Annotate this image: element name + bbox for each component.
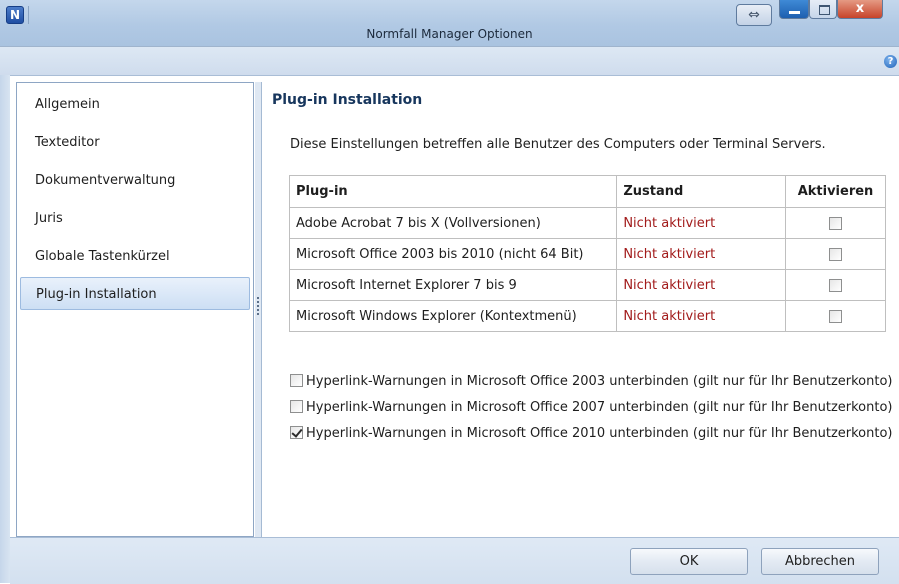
title-separator [28,6,29,24]
dialog-button-bar: OK Abbrechen [10,537,899,584]
splitter-grip-icon [257,297,259,299]
description-text: Diese Einstellungen betreffen alle Benut… [290,137,826,152]
nav-item-texteditor[interactable]: Texteditor [20,126,250,159]
plugin-table: Plug-in Zustand Aktivieren Adobe Acrobat… [288,175,886,332]
option-label: Hyperlink-Warnungen in Microsoft Office … [306,426,893,441]
plugin-name: Microsoft Office 2003 bis 2010 (nicht 64… [288,238,618,270]
nav-item-juris[interactable]: Juris [20,202,250,235]
table-row: Microsoft Office 2003 bis 2010 (nicht 64… [288,238,886,270]
table-row: Microsoft Internet Explorer 7 bis 9 Nich… [288,269,886,301]
plugin-state: Nicht aktiviert [616,300,787,332]
window-title: Normfall Manager Optionen [366,27,533,41]
option-label: Hyperlink-Warnungen in Microsoft Office … [306,374,893,389]
hyperlink-warning-option-2010[interactable]: Hyperlink-Warnungen in Microsoft Office … [290,426,893,441]
hyperlink-warning-option-2007[interactable]: Hyperlink-Warnungen in Microsoft Office … [290,400,893,415]
nav-item-globale-tastenkuerzel[interactable]: Globale Tastenkürzel [20,240,250,273]
cancel-button[interactable]: Abbrechen [761,548,879,575]
option-checkbox[interactable] [290,400,303,413]
pane-splitter[interactable] [255,82,262,537]
plugin-state: Nicht aktiviert [616,269,787,301]
app-logo-icon[interactable]: N [6,6,24,24]
activate-checkbox[interactable] [829,216,843,230]
page-title: Plug-in Installation [272,92,423,108]
maximize-button[interactable] [809,0,837,19]
nav-item-allgemein[interactable]: Allgemein [20,88,250,121]
minimize-button[interactable] [779,0,809,19]
options-navigation: Allgemein Texteditor Dokumentverwaltung … [16,82,254,537]
table-row: Adobe Acrobat 7 bis X (Vollversionen) Ni… [288,207,886,239]
activate-checkbox[interactable] [829,247,843,261]
table-row: Microsoft Windows Explorer (Kontextmenü)… [288,300,886,332]
option-checkbox[interactable] [290,374,303,387]
nav-item-plugin-installation[interactable]: Plug-in Installation [20,277,250,310]
maximize-icon [819,5,830,15]
plugin-name: Adobe Acrobat 7 bis X (Vollversionen) [288,207,618,239]
activate-checkbox[interactable] [829,309,843,323]
column-header-plugin: Plug-in [288,175,618,208]
settings-panel: Plug-in Installation Diese Einstellungen… [262,82,899,537]
window-frame-left [0,75,10,583]
close-icon: x [855,1,865,16]
plugin-state: Nicht aktiviert [616,238,787,270]
help-icon[interactable]: ? [884,55,897,68]
plugin-name: Microsoft Internet Explorer 7 bis 9 [288,269,618,301]
option-label: Hyperlink-Warnungen in Microsoft Office … [306,400,893,415]
plugin-state: Nicht aktiviert [616,207,787,239]
column-header-activate: Aktivieren [785,175,886,208]
ok-button[interactable]: OK [630,548,748,575]
nav-item-dokumentverwaltung[interactable]: Dokumentverwaltung [20,164,250,197]
minimize-icon [789,11,800,14]
column-header-state: Zustand [616,175,787,208]
close-button[interactable]: x [837,0,883,19]
plugin-name: Microsoft Windows Explorer (Kontextmenü) [288,300,618,332]
hyperlink-warning-option-2003[interactable]: Hyperlink-Warnungen in Microsoft Office … [290,374,893,389]
title-bar: N Normfall Manager Optionen ⇔ x [0,0,899,47]
activate-checkbox[interactable] [829,278,843,292]
toolbar: ? [0,47,899,76]
table-header-row: Plug-in Zustand Aktivieren [288,175,886,208]
back-forward-icon[interactable]: ⇔ [736,4,772,26]
option-checkbox[interactable] [290,426,303,439]
